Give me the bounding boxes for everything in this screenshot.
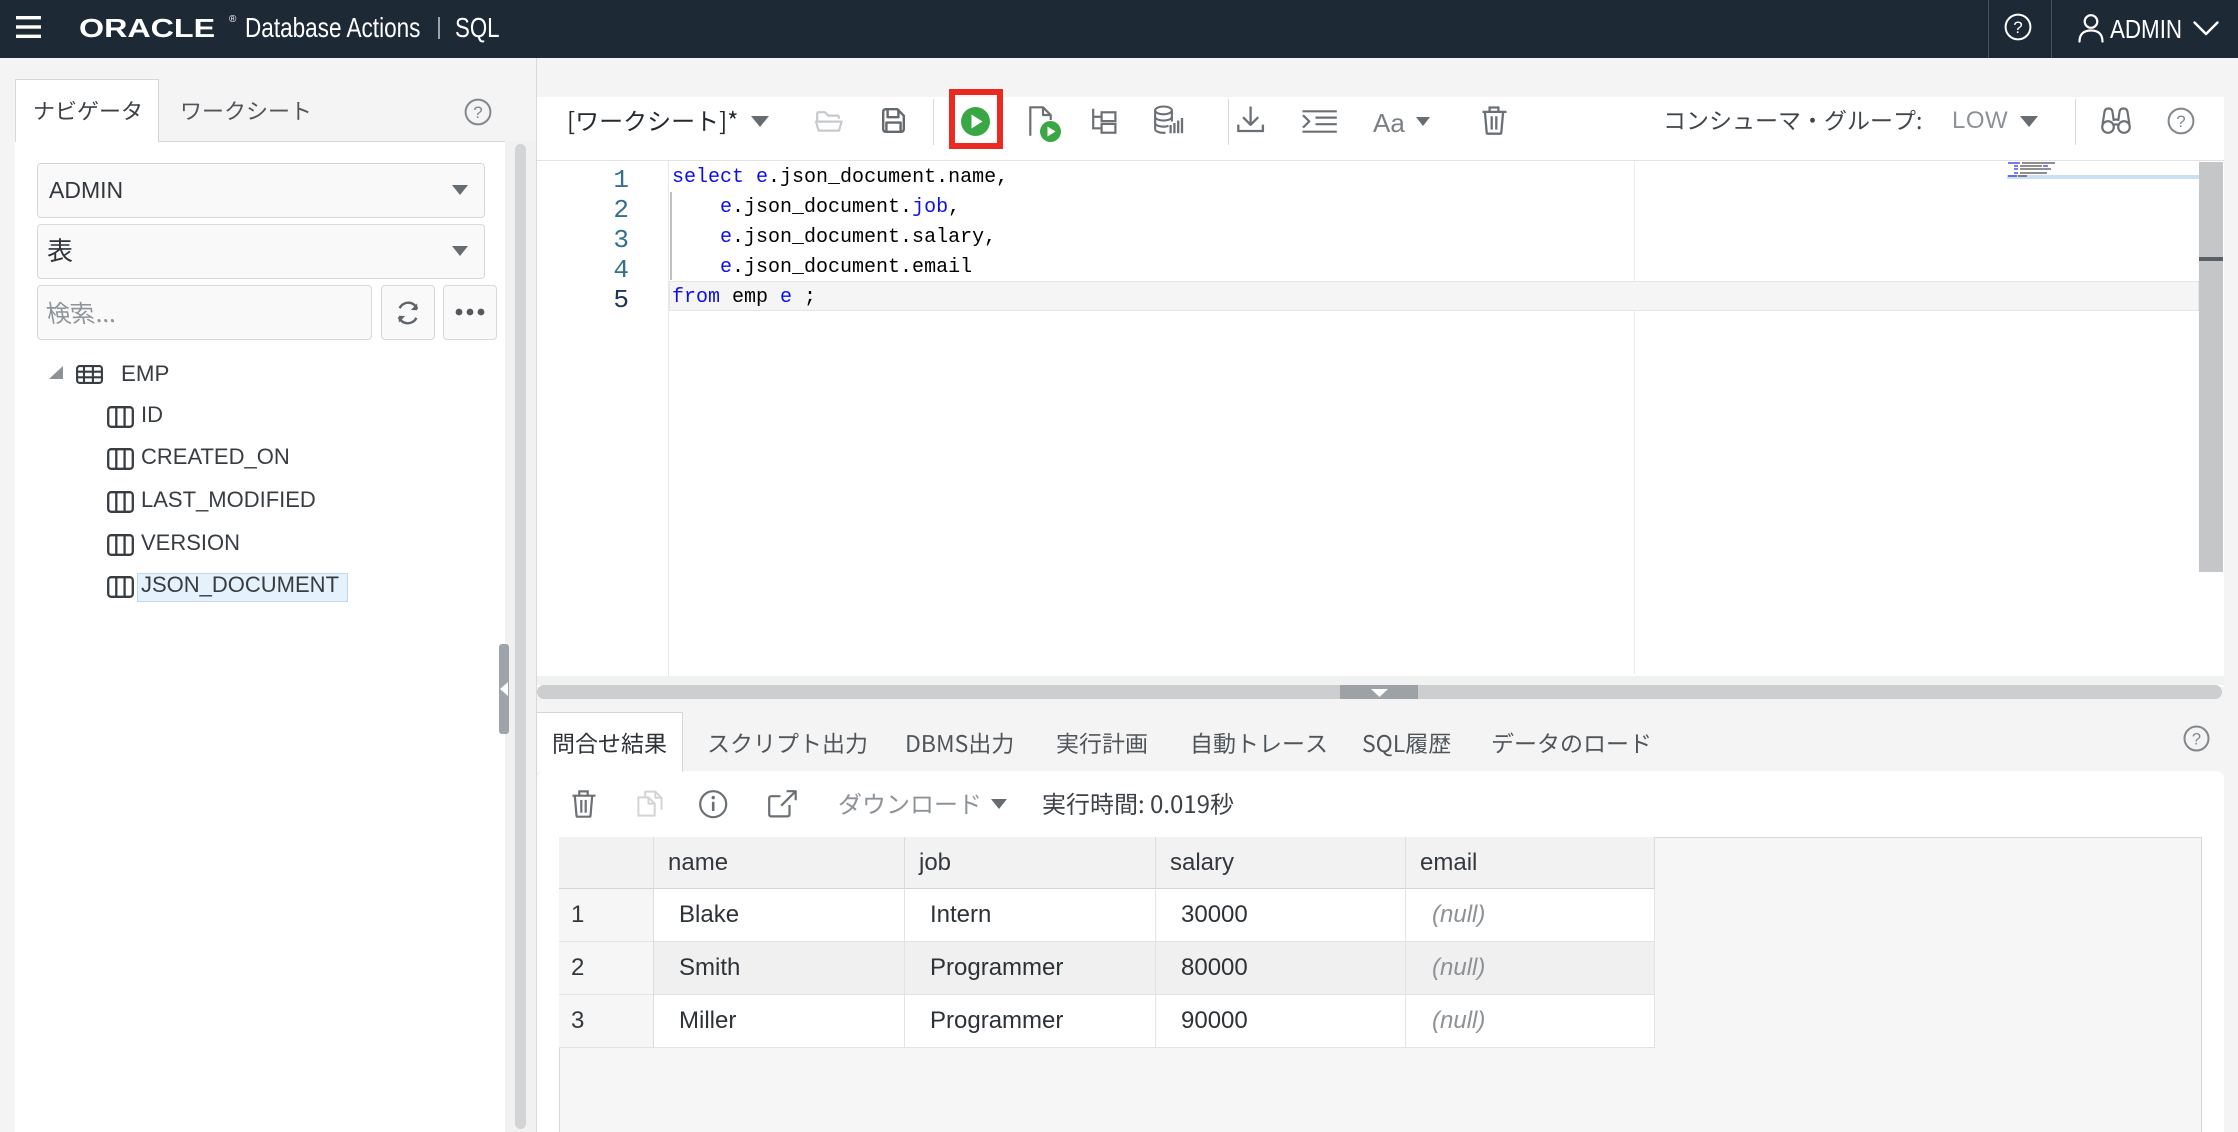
svg-text:?: ? <box>2013 18 2022 37</box>
svg-text:?: ? <box>473 103 482 122</box>
svg-text:?: ? <box>2176 112 2185 131</box>
svg-text:?: ? <box>2192 731 2201 749</box>
